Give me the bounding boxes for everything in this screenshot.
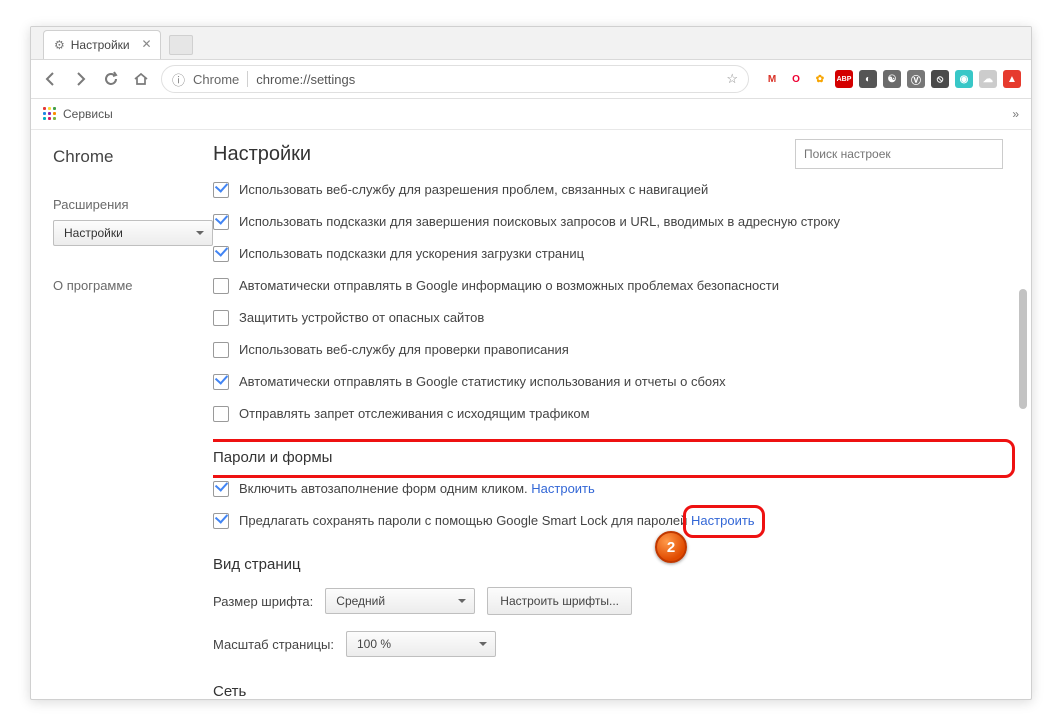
tab-close-icon[interactable]: ✕ — [142, 37, 152, 51]
eye-icon[interactable]: ◉ — [955, 70, 973, 88]
privacy-label-7: Отправлять запрет отслеживания с исходящ… — [239, 405, 590, 423]
sidebar-item-settings[interactable]: Настройки — [53, 220, 213, 246]
font-size-label: Размер шрифта: — [213, 594, 313, 609]
privacy-label-4: Защитить устройство от опасных сайтов — [239, 309, 484, 327]
privacy-checkbox-2[interactable] — [213, 246, 229, 262]
privacy-label-1: Использовать подсказки для завершения по… — [239, 213, 840, 231]
url-text: chrome://settings — [256, 72, 355, 87]
customize-fonts-button[interactable]: Настроить шрифты... — [487, 587, 632, 615]
privacy-checkbox-4[interactable] — [213, 310, 229, 326]
settings-header: Настройки — [213, 139, 1003, 169]
privacy-label-3: Автоматически отправлять в Google информ… — [239, 277, 779, 295]
home-button[interactable] — [131, 69, 151, 89]
extension-icons: MO ✿ ABP ◐ ☯ Ⓥ ⦸ ◉ ☁ ▲ — [759, 70, 1021, 88]
settings-page: Chrome Расширения Настройки О программе … — [31, 127, 1031, 699]
back-button[interactable] — [41, 69, 61, 89]
opt-autofill: Включить автозаполнение форм одним клико… — [213, 480, 1003, 498]
privacy-opt-0: Использовать веб-службу для разрешения п… — [213, 181, 1003, 199]
privacy-opt-6: Автоматически отправлять в Google статис… — [213, 373, 1003, 391]
new-tab-button[interactable] — [169, 35, 193, 55]
row-font-size: Размер шрифта: Средний Настроить шрифты.… — [213, 587, 1003, 615]
sidebar-title: Chrome — [53, 147, 213, 167]
apps-grid-icon — [43, 107, 57, 121]
up-icon[interactable]: ▲ — [1003, 70, 1021, 88]
page-title: Настройки — [213, 143, 311, 166]
tab-title: Настройки — [71, 38, 130, 52]
privacy-label-0: Использовать веб-службу для разрешения п… — [239, 181, 708, 199]
vk-icon[interactable]: Ⓥ — [907, 70, 925, 88]
checkbox-smartlock[interactable] — [213, 513, 229, 529]
vertical-scrollbar[interactable] — [1015, 129, 1029, 695]
tab-strip: ⚙ Настройки ✕ — [31, 27, 1031, 60]
bookmarks-overflow-icon[interactable]: » — [1012, 107, 1019, 121]
opera-icon[interactable]: O — [787, 70, 805, 88]
bookmarks-bar: Сервисы » — [31, 99, 1031, 130]
privacy-checkbox-7[interactable] — [213, 406, 229, 422]
privacy-opt-5: Использовать веб-службу для проверки пра… — [213, 341, 1003, 359]
font-size-select[interactable]: Средний — [325, 588, 475, 614]
privacy-label-2: Использовать подсказки для ускорения заг… — [239, 245, 584, 263]
checkbox-autofill[interactable] — [213, 481, 229, 497]
tab-settings[interactable]: ⚙ Настройки ✕ — [43, 30, 161, 59]
callout-2: 2 — [655, 531, 687, 563]
block-icon[interactable]: ⦸ — [931, 70, 949, 88]
scrollbar-thumb[interactable] — [1019, 289, 1027, 409]
privacy-checkbox-3[interactable] — [213, 278, 229, 294]
privacy-checkbox-0[interactable] — [213, 182, 229, 198]
forward-button[interactable] — [71, 69, 91, 89]
opt-autofill-label: Включить автозаполнение форм одним клико… — [239, 481, 528, 496]
abp-icon[interactable]: ABP — [835, 70, 853, 88]
settings-sidebar: Chrome Расширения Настройки О программе — [31, 127, 213, 699]
privacy-checkbox-6[interactable] — [213, 374, 229, 390]
sidebar-item-extensions[interactable]: Расширения — [53, 189, 213, 220]
row-page-zoom: Масштаб страницы: 100 % — [213, 631, 1003, 657]
page-zoom-label: Масштаб страницы: — [213, 637, 334, 652]
settings-main: Настройки Использовать веб-службу для ра… — [213, 127, 1031, 699]
origin-label: Chrome — [193, 72, 239, 87]
monkey-icon[interactable]: ☯ — [883, 70, 901, 88]
bw-icon[interactable]: ◐ — [859, 70, 877, 88]
privacy-opt-4: Защитить устройство от опасных сайтов — [213, 309, 1003, 327]
link-autofill-configure[interactable]: Настроить — [531, 481, 595, 496]
browser-window: ⚙ Настройки ✕ ⓘ Chrome chrome://settings… — [30, 26, 1032, 700]
paw-icon[interactable]: ✿ — [811, 70, 829, 88]
section-network: Сеть — [213, 683, 1003, 699]
bookmark-star-icon[interactable]: ☆ — [726, 71, 738, 87]
site-info-icon[interactable]: ⓘ — [172, 70, 185, 89]
settings-search-input[interactable] — [795, 139, 1003, 169]
privacy-opt-7: Отправлять запрет отслеживания с исходящ… — [213, 405, 1003, 423]
opt-smartlock: Предлагать сохранять пароли с помощью Go… — [213, 512, 1003, 530]
cloud-icon[interactable]: ☁ — [979, 70, 997, 88]
gear-icon: ⚙ — [54, 38, 65, 52]
privacy-checkbox-5[interactable] — [213, 342, 229, 358]
address-bar[interactable]: ⓘ Chrome chrome://settings ☆ — [161, 65, 749, 93]
section-passwords-forms: Пароли и формы — [213, 449, 1003, 466]
mail-icon[interactable]: M — [763, 70, 781, 88]
apps-label: Сервисы — [63, 107, 113, 121]
privacy-opt-1: Использовать подсказки для завершения по… — [213, 213, 1003, 231]
omnibox-divider — [247, 71, 248, 87]
link-smartlock-configure[interactable]: Настроить — [691, 513, 755, 528]
reload-button[interactable] — [101, 69, 121, 89]
privacy-label-5: Использовать веб-службу для проверки пра… — [239, 341, 569, 359]
section-appearance: Вид страниц — [213, 556, 1003, 573]
sidebar-item-about[interactable]: О программе — [53, 270, 213, 301]
page-zoom-select[interactable]: 100 % — [346, 631, 496, 657]
privacy-checkbox-1[interactable] — [213, 214, 229, 230]
apps-shortcut[interactable]: Сервисы — [43, 107, 113, 121]
toolbar: ⓘ Chrome chrome://settings ☆ MO ✿ ABP ◐ ☯ Ⓥ ⦸ ◉… — [31, 60, 1031, 99]
privacy-label-6: Автоматически отправлять в Google статис… — [239, 373, 726, 391]
privacy-opt-3: Автоматически отправлять в Google информ… — [213, 277, 1003, 295]
opt-smartlock-label: Предлагать сохранять пароли с помощью Go… — [239, 513, 687, 528]
privacy-opt-2: Использовать подсказки для ускорения заг… — [213, 245, 1003, 263]
